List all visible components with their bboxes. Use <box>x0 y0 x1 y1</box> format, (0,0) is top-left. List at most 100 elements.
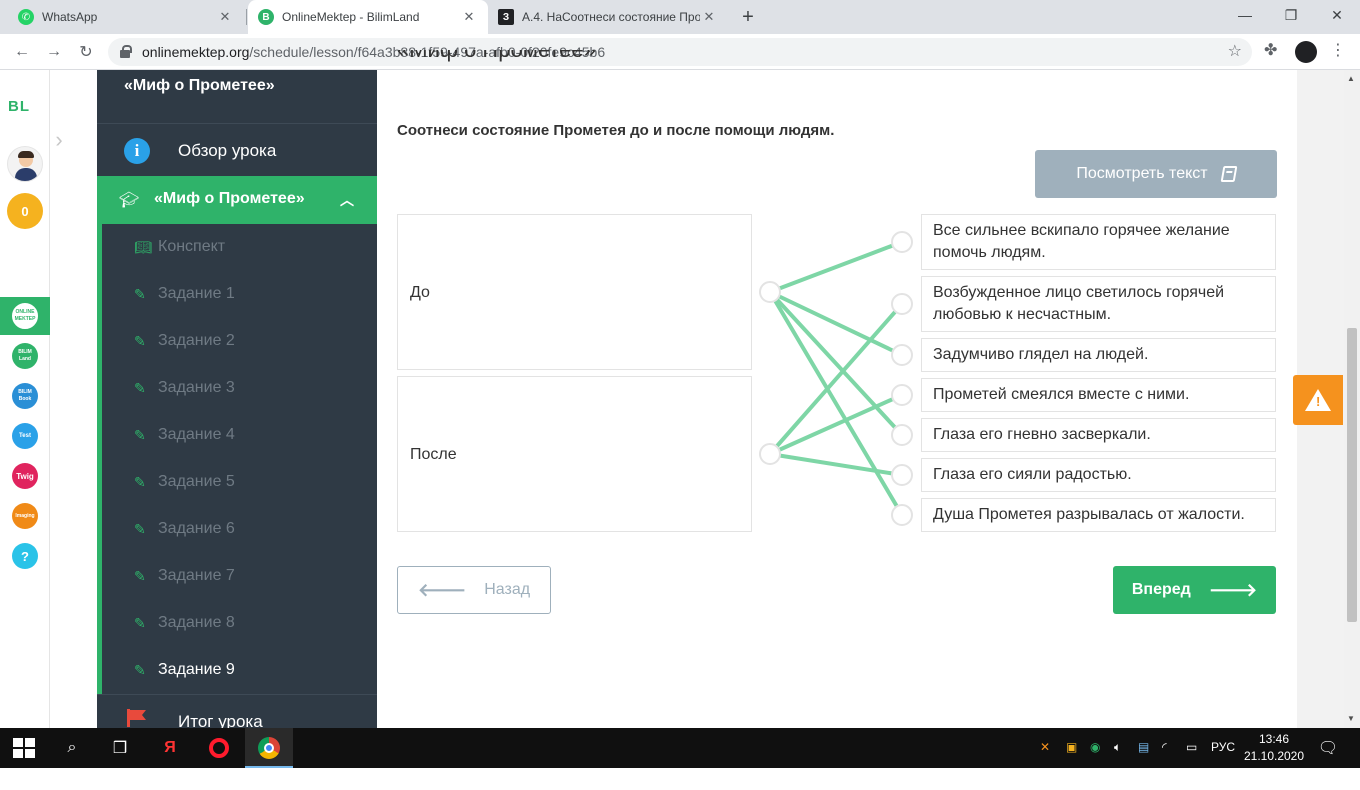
page-scrollbar[interactable]: ▲ ▼ <box>1344 70 1360 728</box>
sidebar-item-task-4[interactable]: ✎ Задание 4 <box>102 412 377 459</box>
search-icon[interactable]: ⌕ <box>60 736 84 760</box>
bilimland-logo[interactable]: BL <box>8 98 30 115</box>
match-right-option-4[interactable]: Прометей смеялся вместе с ними. <box>921 378 1276 412</box>
browser-menu-icon[interactable]: ⋮ <box>1330 40 1346 60</box>
scroll-up-icon[interactable]: ▲ <box>1347 74 1355 83</box>
user-avatar[interactable] <box>7 146 43 182</box>
sidebar-item-summary[interactable]: Итог урока <box>97 694 377 728</box>
match-right-label: Прометей смеялся вместе с ними. <box>933 386 1190 403</box>
minimize-button[interactable]: — <box>1222 0 1268 30</box>
app-rail: BL 0 ONLINE MEKTEP BILIM Land BILIM Book… <box>0 70 50 728</box>
tab-znanija[interactable]: З А.4. НаСоотнеси состояние Про ✕ <box>488 0 728 34</box>
sidebar-section-myth[interactable]: 🎓︎ «Миф о Прометее» ︿ <box>97 176 377 224</box>
graduation-cap-icon: 🎓︎ <box>119 192 140 209</box>
sidebar-item-task-5[interactable]: ✎ Задание 5 <box>102 459 377 506</box>
test-app-icon[interactable]: Test <box>12 423 38 449</box>
input-language[interactable]: РУС <box>1211 740 1235 754</box>
close-icon[interactable]: ✕ <box>216 8 234 26</box>
chevron-right-icon[interactable]: › <box>46 122 72 158</box>
network-icon[interactable]: ◜ <box>1162 740 1167 754</box>
edit-icon: ✎ <box>134 474 146 490</box>
sidebar-item-task-9[interactable]: ✎ Задание 9 <box>102 647 377 694</box>
opera-icon[interactable] <box>207 736 231 760</box>
tray-e-icon[interactable]: ◉ <box>1090 740 1100 754</box>
bilimland-app-icon[interactable]: BILIM Land <box>12 343 38 369</box>
notifications-icon[interactable]: 🗨︎ <box>1316 736 1340 760</box>
match-right-option-1[interactable]: Все сильнее вскипало горячее желание пом… <box>921 214 1276 270</box>
tab-title: OnlineMektep - BilimLand <box>282 10 420 24</box>
reload-icon[interactable]: ↻ <box>74 40 98 64</box>
sidebar-item-task-3[interactable]: ✎ Задание 3 <box>102 365 377 412</box>
match-right-option-5[interactable]: Глаза его гневно засверкали. <box>921 418 1276 452</box>
scroll-down-icon[interactable]: ▼ <box>1347 714 1355 723</box>
bookmark-star-icon[interactable]: ☆ <box>1228 41 1242 61</box>
chevron-up-icon[interactable]: ︿ <box>340 190 354 210</box>
help-icon[interactable]: ? <box>12 543 38 569</box>
match-left-after[interactable]: После <box>397 376 752 532</box>
match-right-option-6[interactable]: Глаза его сияли радостью. <box>921 458 1276 492</box>
extensions-icon[interactable]: ✤ <box>1264 40 1277 60</box>
system-clock[interactable]: 13:46 21.10.2020 <box>1242 731 1306 765</box>
tray-app-icon[interactable]: ✕ <box>1040 740 1050 754</box>
chrome-icon[interactable] <box>257 736 281 760</box>
imaging-app-icon[interactable]: Imaging <box>12 503 38 529</box>
match-right-option-3[interactable]: Задумчиво глядел на людей. <box>921 338 1276 372</box>
close-window-button[interactable]: ✕ <box>1314 0 1360 30</box>
yandex-browser-icon[interactable]: Я <box>158 736 182 760</box>
right-connector-4[interactable] <box>891 384 913 406</box>
left-connector-before[interactable] <box>759 281 781 303</box>
app-label: BILIM Land <box>18 349 32 362</box>
sidebar-item-task-6[interactable]: ✎ Задание 6 <box>102 506 377 553</box>
new-tab-button[interactable]: + <box>736 5 760 29</box>
close-icon[interactable]: ✕ <box>460 8 478 26</box>
report-issue-button[interactable]: ! <box>1293 375 1343 425</box>
tab-whatsapp[interactable]: ✆ WhatsApp ✕ <box>8 0 244 34</box>
lock-icon <box>120 45 132 58</box>
sidebar-item-task-2[interactable]: ✎ Задание 2 <box>102 318 377 365</box>
left-connector-after[interactable] <box>759 443 781 465</box>
right-connector-3[interactable] <box>891 344 913 366</box>
tray-lang-tool-icon[interactable]: ▤ <box>1138 740 1149 754</box>
match-left-before[interactable]: До <box>397 214 752 370</box>
sidebar-item-konspekt[interactable]: 📖︎ Конспект <box>102 224 377 271</box>
restore-button[interactable]: ❐ <box>1268 0 1314 30</box>
question-text: Соотнеси состояние Прометея до и после п… <box>397 122 835 139</box>
sidebar-item-overview[interactable]: i Обзор урока <box>97 123 377 176</box>
task-view-icon[interactable]: ❒ <box>108 736 132 760</box>
windows-start-icon[interactable] <box>13 738 35 758</box>
arrow-left-icon: 🡐 <box>417 579 467 600</box>
online-mektep-icon[interactable]: ONLINE MEKTEP <box>12 303 38 329</box>
match-right-option-2[interactable]: Возбужденное лицо светилось горячей любо… <box>921 276 1276 332</box>
bilimbook-app-icon[interactable]: BILIM Book <box>12 383 38 409</box>
right-connector-7[interactable] <box>891 504 913 526</box>
forward-arrow-icon[interactable]: → <box>42 40 66 64</box>
profile-avatar[interactable] <box>1295 41 1317 63</box>
scroll-thumb[interactable] <box>1347 328 1357 622</box>
right-connector-6[interactable] <box>891 464 913 486</box>
volume-icon[interactable]: 🔈︎ <box>1114 740 1121 755</box>
arrow-right-icon: 🡒 <box>1208 579 1258 600</box>
coins-badge[interactable]: 0 <box>7 193 43 229</box>
sidebar-item-task-1[interactable]: ✎ Задание 1 <box>102 271 377 318</box>
right-connector-1[interactable] <box>891 231 913 253</box>
tray-files-icon[interactable]: ▣ <box>1066 740 1077 754</box>
view-text-button[interactable]: Посмотреть текст <box>1035 150 1277 198</box>
sidebar-item-label: Задание 1 <box>158 285 235 302</box>
bilimland-icon: B <box>258 9 274 25</box>
clock-time: 13:46 <box>1258 732 1290 746</box>
right-connector-5[interactable] <box>891 424 913 446</box>
close-icon[interactable]: ✕ <box>700 8 718 26</box>
back-arrow-icon[interactable]: ← <box>10 40 34 64</box>
next-button[interactable]: Вперед 🡒 <box>1113 566 1276 614</box>
twig-app-icon[interactable]: Twig <box>12 463 38 489</box>
back-button[interactable]: 🡐 Назад <box>397 566 551 614</box>
section-title: «Миф о Прометее» <box>154 190 305 207</box>
right-connector-2[interactable] <box>891 293 913 315</box>
sidebar-item-task-7[interactable]: ✎ Задание 7 <box>102 553 377 600</box>
address-bar[interactable]: onlinemektep.org/schedule/lesson/f64a3b8… <box>108 38 1252 66</box>
sidebar-item-label: Итог урока <box>178 712 263 728</box>
tab-onlinemektep[interactable]: B OnlineMektep - BilimLand ✕ <box>248 0 488 34</box>
match-right-option-7[interactable]: Душа Прометея разрывалась от жалости. <box>921 498 1276 532</box>
battery-icon[interactable]: ▭ <box>1186 740 1197 754</box>
sidebar-item-task-8[interactable]: ✎ Задание 8 <box>102 600 377 647</box>
